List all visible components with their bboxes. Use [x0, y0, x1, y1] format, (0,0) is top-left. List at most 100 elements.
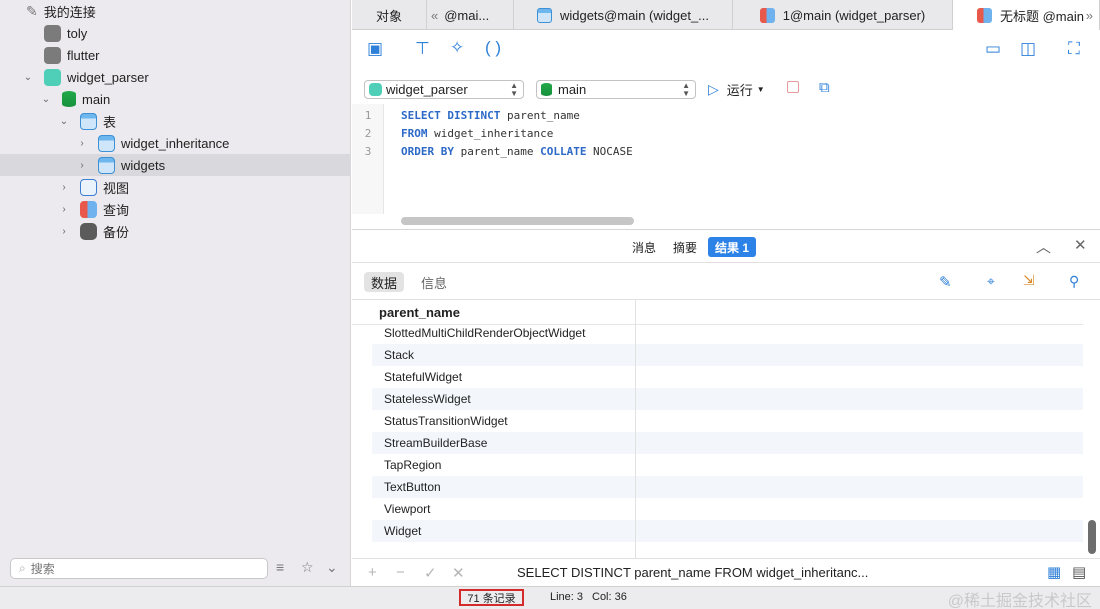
tree-label: toly — [67, 25, 88, 41]
chevron-right-icon[interactable]: › — [76, 137, 88, 149]
save-icon[interactable]: ▣ — [367, 39, 383, 59]
filter-icon[interactable]: ≡ — [276, 559, 284, 575]
tab-widgets[interactable]: widgets@main (widget_... — [514, 0, 733, 30]
watermark: @稀土掘金技术社区 — [947, 593, 1092, 609]
table-row[interactable]: StatefulWidget — [372, 366, 1083, 388]
tree-label: 我的连接 — [43, 4, 96, 20]
run-button[interactable]: ▷ 运行 ▼ — [708, 80, 765, 99]
table-row[interactable]: TapRegion — [372, 454, 1083, 476]
sqlite-connection-icon — [44, 68, 61, 86]
tab-result-1[interactable]: 结果 1 — [708, 237, 756, 257]
chevron-down-icon[interactable]: ⌄ — [22, 71, 34, 83]
column-header-parent-name[interactable]: parent_name — [379, 305, 460, 320]
table-row[interactable]: StatusTransitionWidget — [372, 410, 1083, 432]
chevron-down-icon[interactable]: ⌄ — [40, 93, 52, 105]
fullscreen-icon[interactable]: ⛶ — [1068, 39, 1080, 59]
tree-item-widget-inheritance[interactable]: › widget_inheritance — [0, 132, 351, 154]
cursor-line: Line: 3 — [550, 591, 584, 603]
form-view-icon[interactable]: ▤ — [1072, 563, 1086, 581]
chevron-right-icon[interactable]: › — [76, 159, 88, 171]
database-select[interactable]: main ▲ ▼ — [536, 80, 696, 99]
horizontal-scrollbar[interactable] — [401, 217, 634, 225]
table-row[interactable]: Stack — [372, 344, 1083, 366]
status-bar: 71 条记录 Line: 3 Col: 36 @稀土掘金技术社区 — [0, 586, 1100, 609]
record-count: 71 条记录 — [459, 589, 524, 606]
tree-header-my-connections[interactable]: ✎ 我的连接 — [0, 0, 351, 22]
cursor-col: Col: 36 — [592, 591, 627, 603]
chevron-right-icon[interactable]: › — [58, 225, 70, 237]
tree-item-tables[interactable]: ⌄ 表 — [0, 110, 351, 132]
tree-item-widgets[interactable]: › widgets — [0, 154, 351, 176]
queries-icon — [80, 200, 97, 218]
tab-main-short[interactable]: « @mai... — [427, 0, 514, 30]
tree-label: 查询 — [103, 202, 130, 218]
search-input[interactable] — [30, 561, 231, 576]
connection-icon — [44, 46, 61, 64]
table-icon — [98, 156, 115, 174]
tab-summary[interactable]: 摘要 — [665, 237, 705, 257]
connection-select[interactable]: widget_parser ▲ ▼ — [364, 80, 524, 99]
grid-view-icon[interactable]: ▦ — [1047, 563, 1061, 581]
explain-icon[interactable]: ⧉ — [819, 79, 830, 96]
tree-item-main[interactable]: ⌄ main — [0, 88, 351, 110]
table-row[interactable]: StatelessWidget — [372, 388, 1083, 410]
tree-item-toly[interactable]: toly — [0, 22, 351, 44]
vertical-scrollbar[interactable] — [1088, 520, 1096, 554]
play-icon: ▷ — [708, 81, 719, 97]
data-toolbar: 数据 信息 ✎ ⌖ ⇲ ⚲ — [352, 264, 1100, 300]
chevron-right-double-icon[interactable]: » — [1086, 8, 1093, 23]
tree-label: 表 — [103, 114, 117, 130]
selector-bar: widget_parser ▲ ▼ main ▲ ▼ ▷ 运行 ▼ ⧉ — [352, 72, 1100, 106]
tree-label: widget_inheritance — [121, 135, 230, 151]
close-icon[interactable]: ✕ — [1074, 236, 1087, 254]
column-divider[interactable] — [635, 300, 636, 558]
tab-info[interactable]: 信息 — [414, 272, 454, 292]
tab-messages[interactable]: 消息 — [624, 237, 664, 257]
query-icon — [759, 7, 775, 23]
add-row-icon[interactable]: + — [368, 564, 377, 581]
sidebar: ✎ 我的连接 toly flutter ⌄ widget_parser ⌄ ma… — [0, 0, 351, 586]
tab-objects[interactable]: 对象 — [352, 0, 427, 30]
table-row[interactable]: Viewport — [372, 498, 1083, 520]
split-vertical-icon[interactable]: ◫ — [1020, 39, 1036, 59]
pin-icon[interactable]: ⚲ — [1069, 273, 1079, 290]
sql-editor[interactable]: 1 2 3 SELECT DISTINCT parent_name FROM w… — [352, 104, 1100, 230]
sidebar-search[interactable]: ⌕ — [10, 558, 268, 579]
split-horizontal-icon[interactable]: ▭ — [985, 39, 1001, 59]
star-icon[interactable]: ☆ — [301, 559, 314, 576]
apply-icon[interactable]: ✓ — [424, 564, 437, 582]
tab-data[interactable]: 数据 — [364, 272, 405, 292]
table-row[interactable]: Widget — [372, 520, 1083, 542]
chevron-down-icon[interactable]: ⌄ — [58, 115, 70, 127]
tree-item-widget-parser[interactable]: ⌄ widget_parser — [0, 66, 351, 88]
chevron-right-icon[interactable]: › — [58, 181, 70, 193]
tab-query-1[interactable]: 1@main (widget_parser) — [733, 0, 953, 30]
magic-wand-icon[interactable]: ✧ — [450, 38, 464, 58]
tab-untitled[interactable]: 无标题 @main » — [953, 0, 1100, 30]
tree-label: 视图 — [103, 180, 130, 196]
delete-row-icon[interactable]: − — [396, 564, 405, 581]
tree-label: 备份 — [103, 224, 130, 240]
discard-icon[interactable]: ✕ — [452, 564, 465, 582]
line-number: 2 — [364, 127, 372, 140]
table-row[interactable]: StreamBuilderBase — [372, 432, 1083, 454]
export-icon[interactable]: ⇲ — [1023, 272, 1035, 289]
tree-item-flutter[interactable]: flutter — [0, 44, 351, 66]
stop-icon[interactable] — [787, 81, 799, 93]
chevron-right-icon[interactable]: › — [58, 203, 70, 215]
tree-item-queries[interactable]: › 查询 — [0, 198, 351, 220]
table-row[interactable]: SlottedMultiChildRenderObjectWidget — [372, 322, 1083, 344]
code-snippet-icon[interactable]: ( ) — [485, 38, 501, 58]
line-number: 1 — [364, 109, 372, 122]
tree-label: widgets — [121, 157, 166, 173]
tree-item-backups[interactable]: › 备份 — [0, 220, 351, 242]
table-row[interactable]: TextButton — [372, 476, 1083, 498]
chevron-left-double-icon[interactable]: « — [431, 8, 438, 23]
chart-icon[interactable]: ⌖ — [987, 273, 995, 290]
format-icon[interactable]: ⊤ — [415, 39, 430, 59]
code-line: SELECT DISTINCT parent_name — [401, 109, 580, 122]
tree-item-views[interactable]: › 视图 — [0, 176, 351, 198]
collapse-icon[interactable]: ⌄ — [326, 559, 338, 576]
edit-icon[interactable]: ✎ — [939, 273, 952, 291]
collapse-panel-icon[interactable]: ︿ — [1036, 236, 1051, 257]
